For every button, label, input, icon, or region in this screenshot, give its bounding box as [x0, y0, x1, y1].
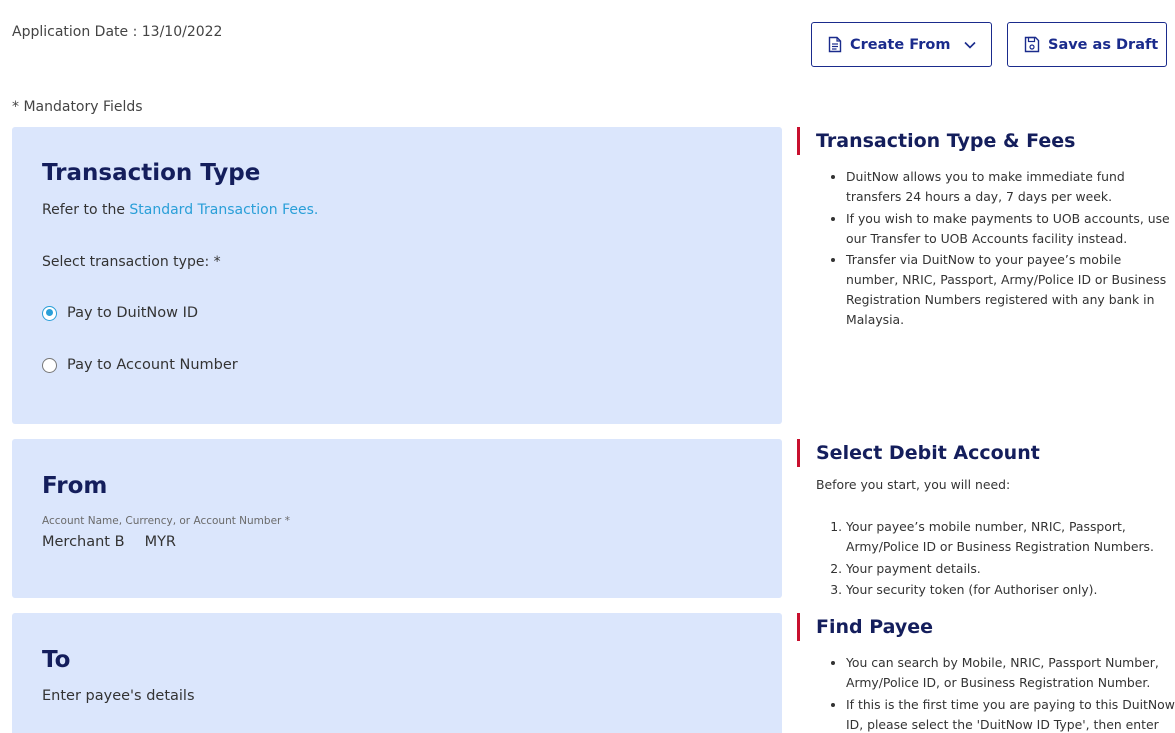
list-item: Your payee’s mobile number, NRIC, Passpo…: [846, 517, 1175, 557]
create-from-button[interactable]: Create From: [811, 22, 992, 67]
pay-to-duitnow-radio[interactable]: [42, 305, 57, 321]
from-title: From: [42, 473, 108, 499]
list-item: DuitNow allows you to make immediate fun…: [846, 167, 1175, 207]
pay-to-account-radio[interactable]: [42, 357, 57, 373]
fees-reference: Refer to the Standard Transaction Fees.: [42, 202, 318, 218]
to-subtitle: Enter payee's details: [42, 688, 195, 704]
help-transaction-fees: Transaction Type & Fees DuitNow allows y…: [797, 127, 1175, 332]
page: Application Date : 13/10/2022 Create Fro…: [0, 0, 1175, 733]
create-from-label: Create From: [850, 36, 951, 53]
save-icon: [1024, 36, 1040, 53]
account-currency: MYR: [144, 534, 177, 550]
pay-to-account-option[interactable]: Pay to Account Number: [42, 357, 238, 373]
transaction-type-label: Select transaction type: *: [42, 254, 221, 270]
application-date: Application Date : 13/10/2022: [12, 24, 223, 40]
save-as-draft-label: Save as Draft: [1048, 36, 1159, 53]
to-panel: To Enter payee's details: [12, 613, 782, 733]
transaction-type-panel: Transaction Type Refer to the Standard T…: [12, 127, 782, 424]
help-debit-account-title: Select Debit Account: [797, 439, 1175, 467]
help-find-payee: Find Payee You can search by Mobile, NRI…: [797, 613, 1175, 733]
to-title: To: [42, 647, 71, 673]
chevron-down-icon: [964, 41, 977, 49]
help-debit-account: Select Debit Account Before you start, y…: [797, 439, 1175, 602]
save-as-draft-button[interactable]: Save as Draft: [1007, 22, 1167, 67]
pay-to-duitnow-label: Pay to DuitNow ID: [67, 305, 199, 321]
debit-account-field[interactable]: Merchant B MYR: [42, 534, 176, 550]
pay-to-duitnow-option[interactable]: Pay to DuitNow ID: [42, 305, 198, 321]
pay-to-account-label: Pay to Account Number: [67, 357, 238, 373]
list-item: You can search by Mobile, NRIC, Passport…: [846, 653, 1175, 693]
fees-reference-text: Refer to the: [42, 202, 130, 218]
help-debit-account-list: Your payee’s mobile number, NRIC, Passpo…: [816, 517, 1175, 600]
list-item: Your payment details.: [846, 559, 1175, 579]
account-field-caption: Account Name, Currency, or Account Numbe…: [42, 515, 290, 527]
help-transaction-fees-title: Transaction Type & Fees: [797, 127, 1175, 155]
mandatory-fields-note: * Mandatory Fields: [12, 99, 143, 115]
list-item: If you wish to make payments to UOB acco…: [846, 209, 1175, 249]
list-item: If this is the first time you are paying…: [846, 695, 1175, 733]
standard-fees-link[interactable]: Standard Transaction Fees.: [129, 202, 318, 218]
document-icon: [828, 36, 842, 53]
help-find-payee-list: You can search by Mobile, NRIC, Passport…: [816, 653, 1175, 733]
transaction-type-title: Transaction Type: [42, 160, 261, 186]
help-transaction-fees-list: DuitNow allows you to make immediate fun…: [816, 167, 1175, 330]
help-find-payee-title: Find Payee: [797, 613, 1175, 641]
from-panel: From Account Name, Currency, or Account …: [12, 439, 782, 598]
list-item: Your security token (for Authoriser only…: [846, 580, 1175, 600]
help-debit-account-intro: Before you start, you will need:: [816, 477, 1011, 492]
list-item: Transfer via DuitNow to your payee’s mob…: [846, 250, 1175, 330]
account-name: Merchant B: [42, 534, 125, 550]
